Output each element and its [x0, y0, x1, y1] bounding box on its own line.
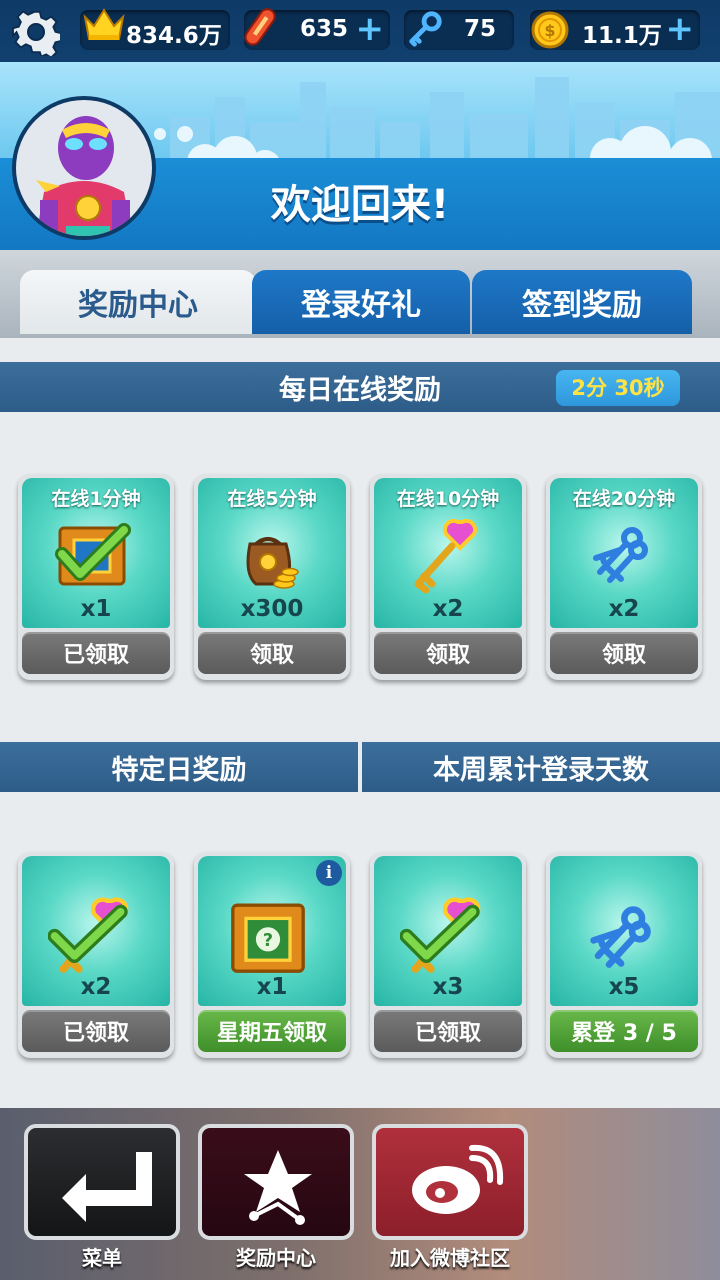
key-value: 75 [464, 16, 497, 42]
card-quantity: x3 [432, 974, 464, 1000]
hoverboard-counter[interactable]: 635 + [244, 8, 390, 50]
claim-button[interactable]: 领取 [550, 632, 698, 674]
return-arrow-icon [62, 1152, 152, 1222]
friday-claim-button[interactable]: 星期五领取 [198, 1010, 346, 1052]
tab-signin-reward[interactable]: 签到奖励 [472, 270, 692, 334]
welcome-header: 欢迎回来! [0, 62, 720, 250]
weekly-login-header: 本周累计登录天数 [362, 742, 720, 792]
weibo-icon [412, 1144, 504, 1214]
online-reward-card[interactable]: 在线10分钟 x2 领取 [370, 474, 526, 680]
tab-login-gift[interactable]: 登录好礼 [252, 270, 470, 334]
claim-button[interactable]: 领取 [374, 632, 522, 674]
crown-value: 834.6万 [126, 23, 222, 49]
weibo-label: 加入微博社区 [390, 1246, 510, 1270]
login-progress-button[interactable]: 累登 3 / 5 [550, 1010, 698, 1052]
card-title: 在线1分钟 [51, 488, 141, 510]
reward-center-label: 奖励中心 [236, 1246, 316, 1270]
crown-icon [83, 8, 125, 40]
special-reward-card[interactable]: x3 已领取 [370, 852, 526, 1058]
online-reward-card[interactable]: 在线1分钟 x1 已领取 [18, 474, 174, 680]
claim-button[interactable]: 领取 [198, 632, 346, 674]
crown-counter: 834.6万 [80, 8, 230, 50]
star-path-icon [244, 1150, 312, 1225]
tab-reward-center[interactable]: 奖励中心 [20, 270, 256, 334]
coin-counter[interactable]: $ 11.1万 + [530, 10, 700, 50]
special-reward-card[interactable]: x2 已领取 [18, 852, 174, 1058]
svg-text:?: ? [263, 931, 273, 951]
card-quantity: x2 [432, 596, 464, 622]
mystery-box-icon: ? [231, 903, 305, 973]
card-quantity: x1 [80, 596, 112, 622]
resource-bar: 834.6万 635 + 75 $ 11.1万 + [0, 0, 720, 62]
card-quantity: x2 [608, 596, 640, 622]
coin-bag-icon [246, 537, 299, 589]
special-reward-card[interactable]: i ? x1 星期五领取 [194, 852, 350, 1058]
key-bundle-icon [590, 906, 651, 968]
claimed-button[interactable]: 已领取 [22, 632, 170, 674]
special-day-title: 特定日奖励 [111, 754, 247, 786]
menu-label: 菜单 [82, 1246, 122, 1270]
weibo-button[interactable] [372, 1124, 528, 1240]
tab-bar: 奖励中心 登录好礼 签到奖励 [0, 250, 720, 338]
countdown-timer: 2分 30秒 [556, 370, 680, 406]
coin-value: 11.1万 [582, 23, 662, 49]
svg-text:$: $ [544, 21, 555, 40]
menu-button[interactable] [24, 1124, 180, 1240]
hoverboard-icon [244, 8, 276, 46]
key-bundle-icon [593, 527, 648, 583]
key-counter: 75 [404, 10, 514, 50]
coin-icon: $ [531, 11, 569, 49]
card-quantity: x300 [240, 596, 304, 622]
heart-key-claimed-icon [48, 897, 129, 973]
weekly-login-card[interactable]: x5 累登 3 / 5 [546, 852, 702, 1058]
card-quantity: x5 [608, 974, 640, 1000]
key-icon [409, 11, 442, 47]
online-reward-card[interactable]: 在线5分钟 x300 领取 [194, 474, 350, 680]
online-section-title: 每日在线奖励 [279, 374, 441, 406]
card-quantity: x1 [256, 974, 288, 1000]
coin-plus-button[interactable]: + [666, 11, 695, 47]
gear-icon[interactable] [12, 8, 60, 56]
card-quantity: x2 [80, 974, 112, 1000]
info-icon[interactable]: i [316, 860, 342, 886]
special-day-header: 特定日奖励 [0, 742, 358, 792]
card-title: 在线5分钟 [227, 488, 317, 510]
mystery-box-claimed-icon [55, 523, 131, 586]
reward-center-button[interactable] [198, 1124, 354, 1240]
card-title: 在线20分钟 [572, 488, 676, 510]
avatar[interactable] [12, 96, 156, 240]
welcome-title: 欢迎回来! [270, 182, 450, 228]
hoverboard-plus-button[interactable]: + [356, 11, 385, 47]
claimed-button[interactable]: 已领取 [374, 1010, 522, 1052]
heart-key-icon [414, 519, 477, 594]
hoverboard-value: 635 [300, 16, 349, 42]
online-reward-card[interactable]: 在线20分钟 x2 领取 [546, 474, 702, 680]
weekly-login-title: 本周累计登录天数 [433, 754, 649, 786]
heart-key-claimed-icon [400, 897, 481, 973]
claimed-button[interactable]: 已领取 [22, 1010, 170, 1052]
card-title: 在线10分钟 [396, 488, 500, 510]
